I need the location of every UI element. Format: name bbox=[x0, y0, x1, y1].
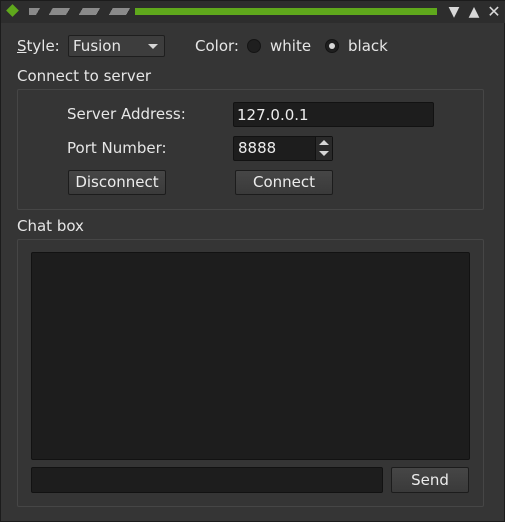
server-address-label: Server Address: bbox=[67, 105, 186, 123]
style-label: Style: bbox=[17, 37, 60, 55]
port-number-label: Port Number: bbox=[67, 139, 167, 157]
close-icon[interactable]: ✕ bbox=[485, 3, 503, 21]
chat-group-title: Chat box bbox=[17, 217, 84, 235]
color-white-radio[interactable] bbox=[247, 39, 261, 53]
color-label: Color: bbox=[195, 37, 239, 55]
title-bar-stripes bbox=[29, 8, 133, 15]
color-white-label[interactable]: white bbox=[270, 37, 311, 55]
disconnect-button[interactable]: Disconnect bbox=[68, 170, 166, 195]
color-black-label[interactable]: black bbox=[348, 37, 388, 55]
connect-button[interactable]: Connect bbox=[235, 170, 333, 195]
maximize-icon[interactable]: ▲ bbox=[465, 3, 483, 21]
app-window: ▼ ▲ ✕ Style: Fusion Color: white black C… bbox=[0, 0, 505, 522]
minimize-icon[interactable]: ▼ bbox=[445, 3, 463, 21]
port-number-value[interactable]: 8888 bbox=[238, 139, 276, 157]
chevron-down-icon bbox=[148, 44, 158, 49]
connect-group-title: Connect to server bbox=[17, 67, 152, 85]
color-black-radio[interactable] bbox=[325, 39, 339, 53]
window-menu-icon[interactable] bbox=[6, 4, 19, 17]
port-stepper[interactable] bbox=[315, 137, 332, 160]
chat-log[interactable] bbox=[31, 252, 470, 460]
chevron-down-icon[interactable] bbox=[319, 151, 329, 156]
port-number-spinbox[interactable]: 8888 bbox=[233, 136, 333, 161]
style-combobox-value: Fusion bbox=[73, 37, 121, 55]
chevron-up-icon[interactable] bbox=[319, 140, 329, 145]
send-button[interactable]: Send bbox=[391, 467, 469, 493]
style-combobox[interactable]: Fusion bbox=[68, 35, 165, 57]
title-bar[interactable]: ▼ ▲ ✕ bbox=[1, 1, 505, 23]
title-bar-accent bbox=[135, 8, 437, 15]
server-address-input[interactable] bbox=[233, 102, 434, 127]
message-input[interactable] bbox=[31, 467, 383, 493]
radio-checked-dot bbox=[329, 43, 335, 49]
